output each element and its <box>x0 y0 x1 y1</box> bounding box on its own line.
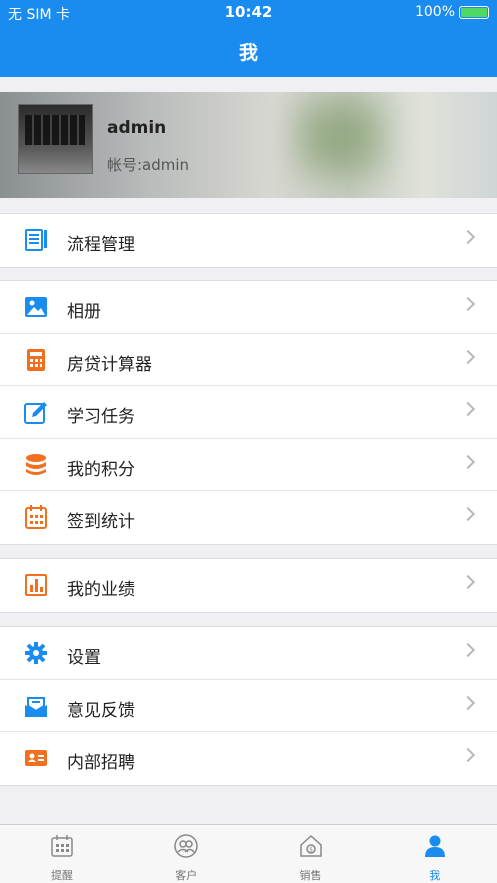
chevron-right-icon <box>460 229 476 245</box>
profile-account: 帐号:admin <box>107 156 190 174</box>
menu-item-label: 内部招聘 <box>67 753 135 774</box>
tab-label: 销售 <box>299 869 322 882</box>
id-card-icon <box>24 746 48 770</box>
menu-item-calendar[interactable]: 签到统计 <box>0 491 497 544</box>
battery-area: 100% <box>415 4 489 20</box>
avatar[interactable] <box>18 104 93 174</box>
tab-sales-house[interactable]: $ 销售 <box>249 825 373 883</box>
chevron-right-icon <box>460 507 476 522</box>
gear-icon <box>24 641 48 665</box>
menu-item-label: 学习任务 <box>67 407 135 428</box>
chevron-right-icon <box>460 748 476 763</box>
sales-house-icon: $ <box>299 834 322 857</box>
tab-customers[interactable]: 客户 <box>124 825 248 883</box>
menu-item-label: 设置 <box>67 648 101 668</box>
tab-bar: 提醒 客户 $ 销售 我 <box>0 824 497 883</box>
menu-item-label: 签到统计 <box>67 512 135 533</box>
chevron-right-icon <box>460 296 476 312</box>
tab-person[interactable]: 我 <box>373 825 497 883</box>
menu-item-coins[interactable]: 我的积分 <box>0 439 497 492</box>
battery-icon <box>459 5 489 19</box>
menu-item-gear[interactable]: 设置 <box>0 627 497 680</box>
chevron-right-icon <box>460 695 476 710</box>
chevron-right-icon <box>460 454 476 469</box>
menu-group-workflow: 流程管理 <box>0 213 497 268</box>
coins-icon <box>24 453 48 477</box>
page-title: 我 <box>238 42 258 64</box>
tab-label: 客户 <box>175 869 198 882</box>
bar-chart-icon <box>24 573 48 597</box>
profile-background <box>300 102 380 172</box>
menu-item-label: 相册 <box>67 302 101 322</box>
menu-item-image[interactable]: 相册 <box>0 281 497 334</box>
pencil-icon <box>24 400 48 425</box>
chevron-right-icon <box>460 574 476 590</box>
menu-item-mail[interactable]: 意见反馈 <box>0 680 497 733</box>
person-icon <box>424 835 445 857</box>
menu-item-bar-chart[interactable]: 我的业绩 <box>0 559 497 612</box>
calendar-tab-icon <box>51 835 73 857</box>
battery-percent: 100% <box>414 4 455 20</box>
profile-name: admin <box>107 118 167 138</box>
menu-item-label: 房贷计算器 <box>67 354 152 375</box>
tab-calendar-tab[interactable]: 提醒 <box>0 825 124 883</box>
menu-item-label: 意见反馈 <box>67 700 135 721</box>
chevron-right-icon <box>460 642 476 658</box>
menu-group-settings: 设置意见反馈内部招聘 <box>0 626 497 786</box>
mail-icon <box>24 694 48 718</box>
header-bar: 无 SIM 卡 10:42 100% 我 <box>0 0 497 77</box>
calendar-icon <box>24 505 48 530</box>
status-bar: 无 SIM 卡 10:42 100% <box>0 0 497 26</box>
chevron-right-icon <box>460 349 476 364</box>
tab-label: 我 <box>429 869 441 882</box>
menu-group-tools: 相册房贷计算器学习任务我的积分签到统计 <box>0 280 497 545</box>
image-icon <box>24 295 48 319</box>
menu-item-label: 流程管理 <box>67 235 135 255</box>
menu-item-pencil[interactable]: 学习任务 <box>0 386 497 439</box>
menu-group-performance: 我的业绩 <box>0 558 497 613</box>
document-list-icon <box>24 228 48 252</box>
calculator-icon <box>24 348 48 372</box>
menu-item-calculator[interactable]: 房贷计算器 <box>0 334 497 387</box>
tab-label: 提醒 <box>51 869 73 882</box>
profile-card[interactable]: admin 帐号:admin <box>0 92 497 198</box>
menu-item-label: 我的积分 <box>67 459 135 480</box>
menu-item-label: 我的业绩 <box>67 580 135 600</box>
menu-item-document-list[interactable]: 流程管理 <box>0 214 497 267</box>
chevron-right-icon <box>460 402 476 417</box>
svg-text:$: $ <box>309 847 313 854</box>
menu-item-id-card[interactable]: 内部招聘 <box>0 732 497 785</box>
customers-icon <box>174 834 198 858</box>
